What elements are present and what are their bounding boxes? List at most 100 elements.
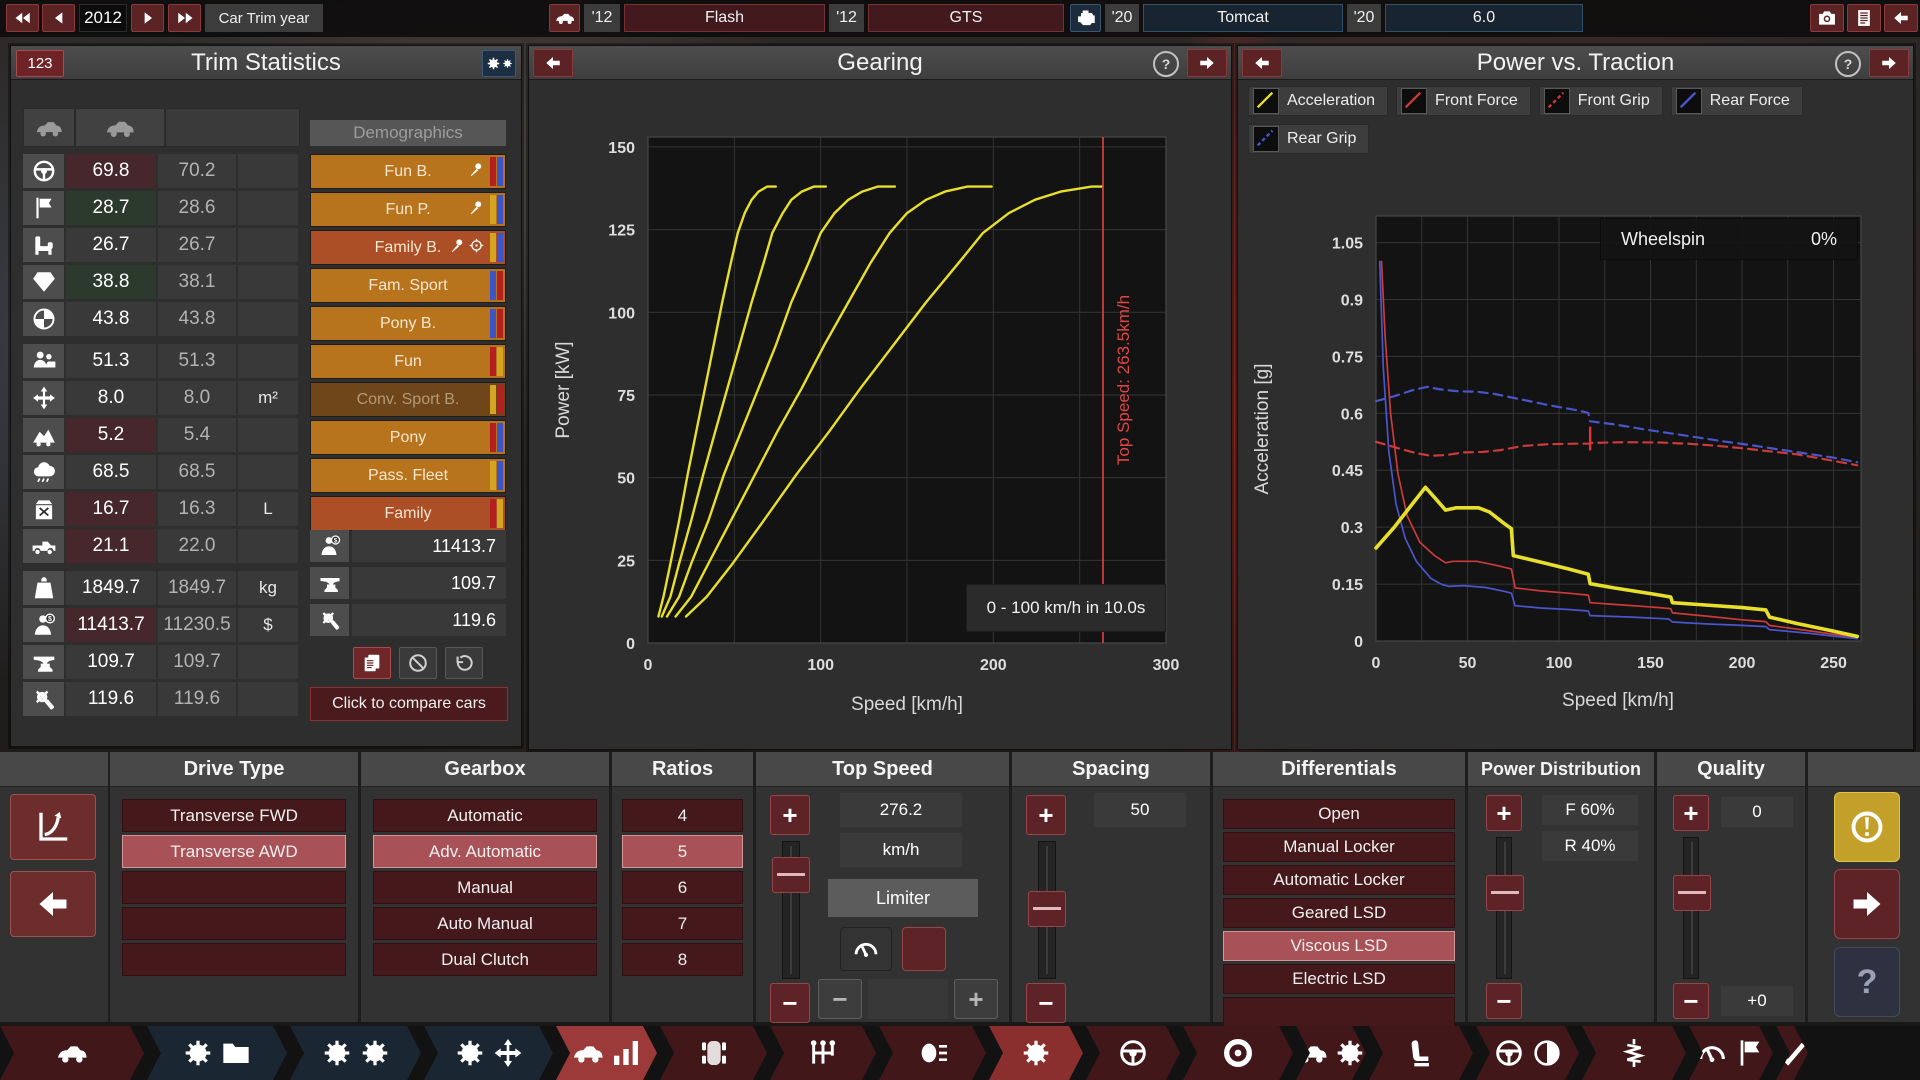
- back-button[interactable]: [1884, 4, 1918, 32]
- engine-variant-field[interactable]: 6.0: [1385, 4, 1583, 32]
- year-prev-button[interactable]: [42, 4, 75, 32]
- differential-option[interactable]: Manual Locker: [1223, 832, 1455, 862]
- help-icon[interactable]: [1835, 51, 1861, 77]
- limiter-gauge-icon[interactable]: [840, 927, 892, 971]
- next-graph-button[interactable]: [1869, 49, 1909, 77]
- ratio-count-option[interactable]: 6: [622, 871, 743, 904]
- quality-decrease-button[interactable]: [1673, 983, 1709, 1019]
- differential-option[interactable]: Automatic Locker: [1223, 865, 1455, 895]
- graph-view-button[interactable]: [10, 794, 96, 860]
- body-style-tab-coupe[interactable]: [23, 108, 75, 147]
- drive-type-option[interactable]: Transverse FWD: [122, 799, 346, 832]
- demographic-bar[interactable]: Family B.: [310, 230, 506, 265]
- tab-interior[interactable]: [1369, 1026, 1473, 1080]
- power-dist-slider-handle[interactable]: [1486, 875, 1524, 911]
- photo-mode-button[interactable]: [1810, 4, 1844, 32]
- legend-toggle[interactable]: Rear Grip: [1248, 124, 1369, 154]
- gearbox-option[interactable]: Manual: [373, 871, 597, 904]
- spacing-slider-handle[interactable]: [1028, 891, 1066, 927]
- prev-graph-button[interactable]: [1242, 49, 1282, 77]
- tab-drivetrain[interactable]: [770, 1026, 876, 1080]
- prev-graph-button[interactable]: [533, 49, 573, 77]
- demographic-bar[interactable]: Family: [310, 496, 506, 531]
- differential-option[interactable]: Geared LSD: [1223, 898, 1455, 928]
- gearbox-option[interactable]: Auto Manual: [373, 907, 597, 940]
- demographic-bar[interactable]: Conv. Sport B.: [310, 382, 506, 417]
- differential-option[interactable]: [1223, 997, 1455, 1027]
- tab-aero[interactable]: [1296, 1026, 1366, 1080]
- car-trim-field[interactable]: GTS: [868, 4, 1064, 32]
- top-speed-decrease-button[interactable]: [770, 983, 810, 1023]
- tab-tires[interactable]: [1183, 1026, 1293, 1080]
- tab-engine-tune[interactable]: [424, 1026, 553, 1080]
- gearbox-option[interactable]: Automatic: [373, 799, 597, 832]
- back-arrow-button[interactable]: [10, 871, 96, 937]
- spacing-value[interactable]: 50: [1094, 793, 1186, 827]
- ratio-count-option[interactable]: 7: [622, 907, 743, 940]
- power-dist-increase-button[interactable]: [1486, 795, 1522, 831]
- tab-car-body[interactable]: [0, 1026, 144, 1080]
- tab-wheels[interactable]: [1086, 1026, 1180, 1080]
- gearbox-option[interactable]: Adv. Automatic: [373, 835, 597, 868]
- tab-gearing[interactable]: [989, 1026, 1083, 1080]
- differential-option[interactable]: Open: [1223, 799, 1455, 829]
- demographic-bar[interactable]: Fun: [310, 344, 506, 379]
- quality-increase-button[interactable]: [1673, 795, 1709, 831]
- top-speed-increase-button[interactable]: [770, 795, 810, 835]
- ratio-count-option[interactable]: 5: [622, 835, 743, 868]
- tab-fixtures[interactable]: [879, 1026, 986, 1080]
- year-last-button[interactable]: [168, 4, 201, 32]
- drive-type-option[interactable]: [122, 871, 346, 904]
- demographic-bar[interactable]: Pass. Fleet: [310, 458, 506, 493]
- next-graph-button[interactable]: [1187, 49, 1227, 77]
- legend-toggle[interactable]: Front Force: [1396, 86, 1531, 116]
- spacing-decrease-button[interactable]: [1026, 983, 1066, 1023]
- limiter-button[interactable]: Limiter: [828, 879, 978, 917]
- top-speed-value[interactable]: 276.2: [840, 793, 962, 827]
- tab-trim-stats[interactable]: [556, 1026, 657, 1080]
- top-speed-slider-handle[interactable]: [772, 857, 810, 893]
- help-icon[interactable]: [1153, 51, 1179, 77]
- demographic-bar[interactable]: Fam. Sport: [310, 268, 506, 303]
- warning-button[interactable]: [1834, 792, 1900, 862]
- limiter-decrease-button[interactable]: [818, 979, 862, 1019]
- tab-engine-family[interactable]: [147, 1026, 287, 1080]
- gearbox-option[interactable]: Dual Clutch: [373, 943, 597, 976]
- next-step-button[interactable]: [1834, 869, 1900, 939]
- legend-toggle[interactable]: Rear Force: [1671, 86, 1803, 116]
- click-to-compare-button[interactable]: Click to compare cars: [310, 687, 508, 721]
- differential-option[interactable]: Electric LSD: [1223, 964, 1455, 994]
- body-style-tab-sedan[interactable]: [75, 108, 165, 147]
- engine-stats-button[interactable]: [482, 50, 516, 77]
- numbers-toggle-button[interactable]: 123: [16, 50, 64, 77]
- quality-slider-handle[interactable]: [1673, 875, 1711, 911]
- ratio-count-option[interactable]: 8: [622, 943, 743, 976]
- car-model-field[interactable]: Flash: [624, 4, 825, 32]
- year-first-button[interactable]: [6, 4, 39, 32]
- demographic-bar[interactable]: Fun P.: [310, 192, 506, 227]
- differential-option[interactable]: Viscous LSD: [1223, 931, 1455, 961]
- limiter-increase-button[interactable]: [954, 979, 998, 1019]
- drive-type-option[interactable]: Transverse AWD: [122, 835, 346, 868]
- legend-toggle[interactable]: Acceleration: [1248, 86, 1388, 116]
- tab-brakes[interactable]: [1476, 1026, 1579, 1080]
- drive-type-option[interactable]: [122, 943, 346, 976]
- demographic-bar[interactable]: Pony B.: [310, 306, 506, 341]
- tab-chassis[interactable]: [660, 1026, 767, 1080]
- year-next-button[interactable]: [131, 4, 164, 32]
- tab-engine-variant[interactable]: [290, 1026, 421, 1080]
- drive-type-option[interactable]: [122, 907, 346, 940]
- limiter-value-field[interactable]: [868, 979, 948, 1019]
- tab-confirm[interactable]: [1776, 1026, 1808, 1080]
- spacing-increase-button[interactable]: [1026, 795, 1066, 835]
- car-icon-button[interactable]: [549, 4, 580, 32]
- ratio-count-option[interactable]: 4: [622, 799, 743, 832]
- tab-suspension[interactable]: [1582, 1026, 1686, 1080]
- compare-reset-button[interactable]: [445, 647, 483, 679]
- engine-family-field[interactable]: Tomcat: [1143, 4, 1343, 32]
- power-dist-decrease-button[interactable]: [1486, 983, 1522, 1019]
- help-button[interactable]: ?: [1834, 947, 1900, 1017]
- engine-icon-button[interactable]: [1070, 4, 1101, 32]
- compare-copy-button[interactable]: [353, 647, 391, 679]
- demographic-bar[interactable]: Fun B.: [310, 154, 506, 189]
